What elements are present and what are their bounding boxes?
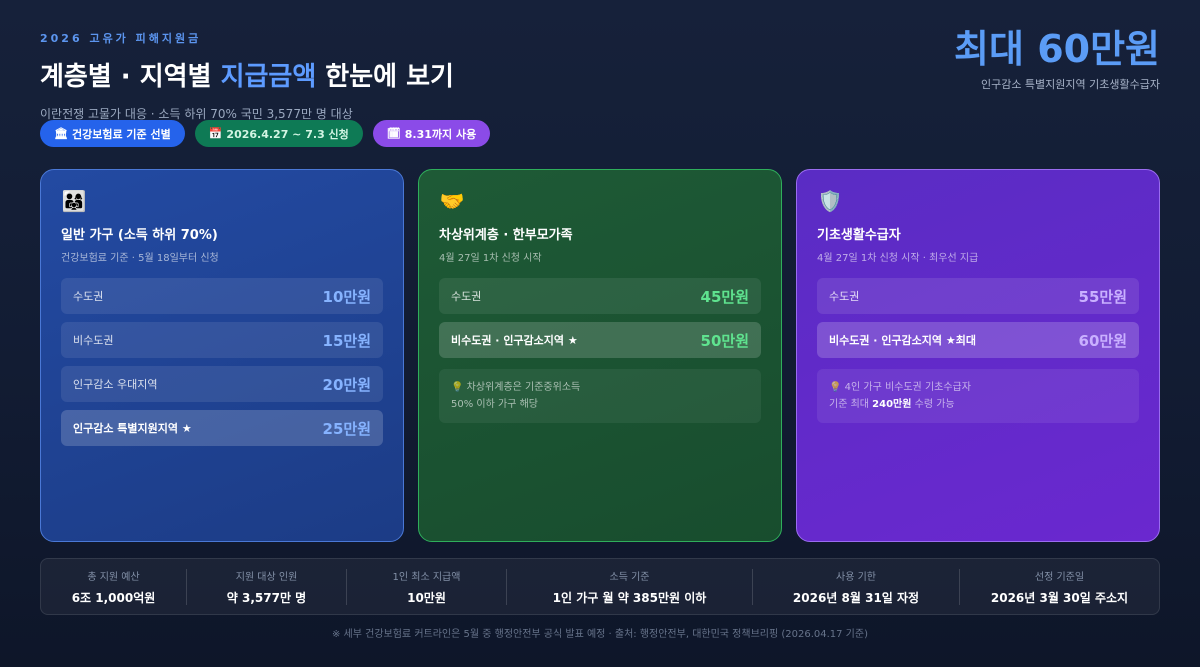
- pill-label: 2026.4.27 ~ 7.3 신청: [226, 127, 349, 141]
- pill-usage-deadline: 🗓 8.31까지 사용: [372, 120, 491, 147]
- amount-value: 15만원: [322, 331, 371, 350]
- card-general-household: 👨‍👩‍👧 일반 가구 (소득 하위 70%) 건강보험료 기준 · 5월 18…: [40, 169, 404, 542]
- pill-application-period: 📅 2026.4.27 ~ 7.3 신청: [194, 120, 363, 147]
- card-title: 일반 가구 (소득 하위 70%): [61, 228, 218, 243]
- region-label: 비수도권: [73, 334, 114, 347]
- lightbulb-icon: 💡: [829, 382, 842, 393]
- stat-value: 약 3,577만 명: [226, 590, 307, 605]
- info-note: 💡 4인 가구 비수도권 기초수급자 기준 최대 240만원 수령 가능: [817, 369, 1139, 423]
- stat-item: 사용 기한 2026년 8월 31일 자정: [752, 568, 959, 605]
- family-icon: 👨‍👩‍👧: [61, 189, 87, 213]
- card-basic-livelihood: 🛡️ 기초생활수급자 4월 27일 1차 신청 시작 · 최우선 지급 수도권 …: [796, 169, 1160, 542]
- lightbulb-icon: 💡: [451, 382, 464, 393]
- stat-value: 6조 1,000억원: [71, 590, 156, 605]
- amount-row: 인구감소 우대지역 20만원: [61, 366, 383, 402]
- amount-list: 수도권 45만원 비수도권 · 인구감소지역 ★ 50만원: [439, 278, 761, 358]
- pill-label: 건강보험료 기준 선별: [71, 127, 171, 141]
- stat-item: 지원 대상 인원 약 3,577만 명: [186, 568, 346, 605]
- amount-row: 수도권 45만원: [439, 278, 761, 314]
- stat-value: 2026년 8월 31일 자정: [792, 590, 920, 605]
- summary-stats-bar: 총 지원 예산 6조 1,000억원 지원 대상 인원 약 3,577만 명 1…: [40, 558, 1160, 615]
- amount-list: 수도권 55만원 비수도권 · 인구감소지역 ★최대 60만원: [817, 278, 1139, 358]
- handshake-icon: 🤝: [439, 189, 465, 213]
- pill-row: 🏛 건강보험료 기준 선별 📅 2026.4.27 ~ 7.3 신청 🗓 8.3…: [40, 120, 491, 147]
- stat-label: 소득 기준: [609, 571, 650, 583]
- stat-label: 사용 기한: [836, 571, 876, 583]
- note-line: 50% 이하 가구 해당: [451, 399, 538, 410]
- note-highlight: 240만원: [872, 399, 912, 410]
- calendar-icon: 📅: [208, 127, 223, 140]
- region-label: 비수도권 · 인구감소지역 ★: [451, 334, 578, 347]
- region-label: 인구감소 우대지역: [73, 378, 158, 391]
- card-title: 기초생활수급자: [817, 228, 901, 243]
- bank-icon: 🏛: [54, 127, 68, 140]
- title-highlight: 지급금액: [220, 62, 317, 92]
- info-note: 💡 차상위계층은 기준중위소득 50% 이하 가구 해당: [439, 369, 761, 423]
- note-line: 4인 가구 비수도권 기초수급자: [844, 382, 971, 393]
- region-label: 수도권: [73, 290, 104, 303]
- stat-value: 10만원: [407, 590, 446, 605]
- amount-row-highlight: 비수도권 · 인구감소지역 ★ 50만원: [439, 322, 761, 358]
- card-near-poverty: 🤝 차상위계층 · 한부모가족 4월 27일 1차 신청 시작 수도권 45만원…: [418, 169, 782, 542]
- stat-item: 소득 기준 1인 가구 월 약 385만원 이하: [506, 568, 752, 605]
- amount-value: 20만원: [322, 375, 371, 394]
- stat-label: 총 지원 예산: [87, 571, 140, 583]
- amount-value: 60만원: [1078, 331, 1127, 350]
- stat-label: 지원 대상 인원: [235, 571, 298, 583]
- amount-value: 45만원: [700, 287, 749, 306]
- stat-item: 1인 최소 지급액 10만원: [346, 568, 506, 605]
- footer-note: ※ 세부 건강보험료 커트라인은 5월 중 행정안전부 공식 발표 예정 · 출…: [332, 629, 868, 640]
- amount-row-highlight: 인구감소 특별지원지역 ★ 25만원: [61, 410, 383, 446]
- pill-selection-basis: 🏛 건강보험료 기준 선별: [40, 120, 185, 147]
- header: 2026 고유가 피해지원금 계층별 · 지역별 지급금액 한눈에 보기 이란전…: [40, 30, 454, 122]
- amount-list: 수도권 10만원 비수도권 15만원 인구감소 우대지역 20만원 인구감소 특…: [61, 278, 383, 446]
- page-title: 계층별 · 지역별 지급금액 한눈에 보기: [40, 56, 454, 93]
- stat-item: 총 지원 예산 6조 1,000억원: [41, 569, 186, 605]
- max-amount: 최대 60만원: [954, 27, 1160, 71]
- card-subtitle: 건강보험료 기준 · 5월 18일부터 신청: [61, 253, 219, 264]
- region-label: 수도권: [829, 290, 860, 303]
- amount-value: 50만원: [700, 331, 749, 350]
- calendar-spiral-icon: 🗓: [386, 127, 401, 140]
- region-label: 수도권: [451, 290, 482, 303]
- max-amount-caption: 인구감소 특별지원지역 기초생활수급자: [980, 78, 1160, 91]
- note-line: 차상위계층은 기준중위소득: [466, 382, 581, 393]
- pill-label: 8.31까지 사용: [404, 127, 477, 141]
- amount-value: 25만원: [322, 419, 371, 438]
- card-subtitle: 4월 27일 1차 신청 시작 · 최우선 지급: [817, 253, 979, 264]
- card-subtitle: 4월 27일 1차 신청 시작: [439, 253, 542, 264]
- stat-item: 선정 기준일 2026년 3월 30일 주소지: [959, 568, 1159, 605]
- amount-row-highlight: 비수도권 · 인구감소지역 ★최대 60만원: [817, 322, 1139, 358]
- amount-value: 55만원: [1078, 287, 1127, 306]
- stat-label: 선정 기준일: [1034, 571, 1085, 583]
- amount-row: 수도권 55만원: [817, 278, 1139, 314]
- card-title: 차상위계층 · 한부모가족: [439, 228, 573, 243]
- stat-label: 1인 최소 지급액: [392, 571, 461, 583]
- region-label: 인구감소 특별지원지역 ★: [73, 422, 192, 435]
- region-label: 비수도권 · 인구감소지역 ★최대: [829, 334, 976, 347]
- stat-value: 1인 가구 월 약 385만원 이하: [552, 590, 707, 605]
- amount-row: 수도권 10만원: [61, 278, 383, 314]
- shield-icon: 🛡️: [817, 189, 843, 213]
- title-part1: 계층별 · 지역별: [40, 62, 221, 92]
- amount-value: 10만원: [322, 287, 371, 306]
- max-amount-box: 최대 60만원 인구감소 특별지원지역 기초생활수급자: [954, 30, 1160, 92]
- eyebrow: 2026 고유가 피해지원금: [40, 32, 202, 45]
- stat-value: 2026년 3월 30일 주소지: [990, 590, 1129, 605]
- amount-row: 비수도권 15만원: [61, 322, 383, 358]
- note-line: 기준 최대 240만원 수령 가능: [829, 399, 955, 410]
- title-part2: 한눈에 보기: [316, 62, 454, 92]
